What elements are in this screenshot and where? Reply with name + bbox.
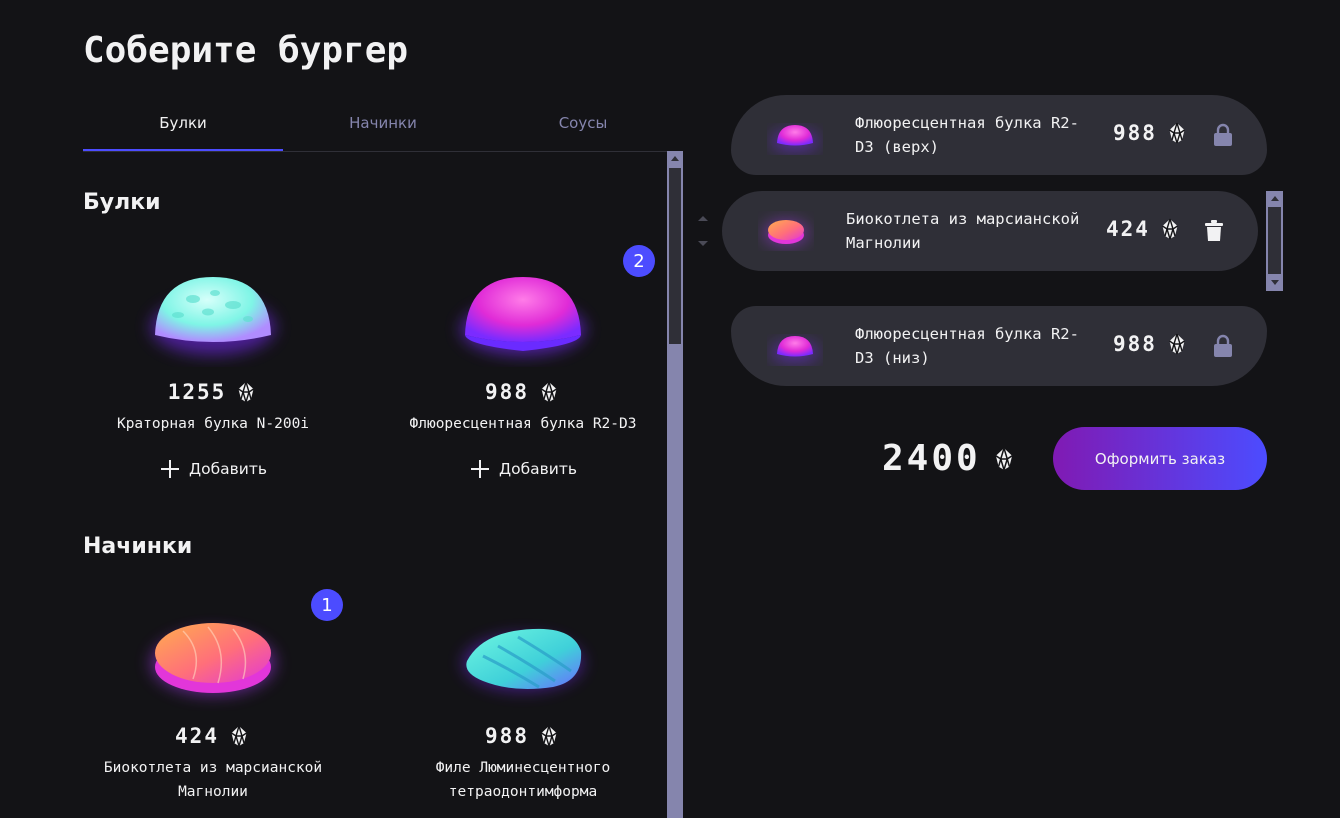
section-title-buns: Булки	[83, 190, 161, 215]
constructor-scrollbar-thumb[interactable]	[1268, 207, 1281, 274]
ingredient-thumbnail	[754, 207, 818, 255]
section-title-mains: Начинки	[83, 534, 193, 559]
ingredient-price: 1255	[83, 380, 343, 404]
ingredient-thumbnail	[763, 322, 827, 370]
ingredient-name: Филе Люминесцентного тетраодонтимформа	[435, 760, 611, 800]
currency-icon	[227, 724, 251, 748]
scroll-down-arrow-icon[interactable]	[1271, 280, 1279, 285]
constructor-bottom-bun: Флюоресцентная булка R2-D3 (низ) 988	[731, 306, 1267, 386]
ingredient-image	[393, 596, 653, 716]
constructor-item-name: Флюоресцентная булка R2-D3 (верх)	[855, 114, 1079, 156]
constructor-item-price: 988	[1113, 332, 1189, 356]
ingredient-price: 424	[83, 724, 343, 748]
price-value: 988	[1113, 121, 1157, 145]
place-order-button[interactable]: Оформить заказ	[1053, 427, 1267, 490]
ingredients-scrollbar-thumb[interactable]	[669, 168, 681, 344]
drag-handle-icon[interactable]	[697, 214, 709, 248]
plus-icon	[160, 460, 179, 478]
ingredient-card[interactable]: 988 Флюоресцентная булка R2-D3 Добавить	[393, 252, 653, 480]
ingredients-list: Булки 1255 Краторная булка N-200i Добави…	[83, 152, 683, 818]
scroll-up-arrow-icon[interactable]	[671, 156, 679, 161]
order-total: 2400	[882, 438, 1017, 479]
currency-icon	[234, 380, 258, 404]
scroll-up-arrow-icon[interactable]	[1271, 196, 1279, 201]
price-value: 1255	[167, 380, 227, 404]
constructor-item-price: 988	[1113, 121, 1189, 145]
ingredient-price: 988	[393, 380, 653, 404]
price-value: 988	[485, 724, 529, 748]
add-button[interactable]: Добавить	[83, 458, 343, 480]
currency-icon	[1158, 217, 1182, 241]
currency-icon	[537, 380, 561, 404]
ingredient-image	[83, 252, 343, 372]
tab-buns[interactable]: Булки	[83, 100, 283, 151]
ingredient-name: Биокотлета из марсианской Магнолии	[103, 760, 323, 800]
constructor-item-price: 424	[1106, 217, 1182, 241]
tab-mains[interactable]: Начинки	[283, 100, 483, 151]
constructor-item-name: Биокотлета из марсианской Магнолии	[846, 210, 1080, 252]
price-value: 988	[1113, 332, 1157, 356]
price-value: 424	[1106, 217, 1150, 241]
add-label: Добавить	[188, 460, 268, 478]
ingredient-image	[393, 252, 653, 372]
ingredient-tabs: Булки Начинки Соусы	[83, 100, 683, 152]
add-label: Добавить	[498, 460, 578, 478]
total-value: 2400	[882, 438, 981, 479]
price-value: 988	[485, 380, 529, 404]
ingredient-price: 988	[393, 724, 653, 748]
currency-icon	[1165, 332, 1189, 356]
ingredient-name: Флюоресцентная булка R2-D3	[409, 416, 637, 432]
price-value: 424	[175, 724, 219, 748]
constructor-top-bun: Флюоресцентная булка R2-D3 (верх) 988	[731, 95, 1267, 175]
page-title: Соберите бургер	[83, 30, 409, 71]
lock-icon	[1211, 334, 1235, 358]
ingredient-image	[83, 596, 343, 716]
currency-icon	[1165, 121, 1189, 145]
currency-icon	[537, 724, 561, 748]
tab-sauces[interactable]: Соусы	[483, 100, 683, 151]
constructor-filling[interactable]: Биокотлета из марсианской Магнолии 424	[722, 191, 1258, 271]
plus-icon	[470, 460, 489, 478]
add-button[interactable]: Добавить	[393, 458, 653, 480]
ingredient-card[interactable]: 988 Филе Люминесцентного тетраодонтимфор…	[393, 596, 653, 804]
currency-icon	[991, 446, 1017, 472]
count-badge: 1	[311, 589, 343, 621]
ingredient-name: Краторная булка N-200i	[116, 416, 310, 432]
count-badge: 2	[623, 245, 655, 277]
trash-icon[interactable]	[1202, 219, 1226, 243]
ingredient-thumbnail	[763, 111, 827, 159]
constructor-item-name: Флюоресцентная булка R2-D3 (низ)	[855, 325, 1079, 367]
lock-icon	[1211, 123, 1235, 147]
ingredient-card[interactable]: 424 Биокотлета из марсианской Магнолии	[83, 596, 343, 804]
ingredient-card[interactable]: 1255 Краторная булка N-200i Добавить	[83, 252, 343, 480]
